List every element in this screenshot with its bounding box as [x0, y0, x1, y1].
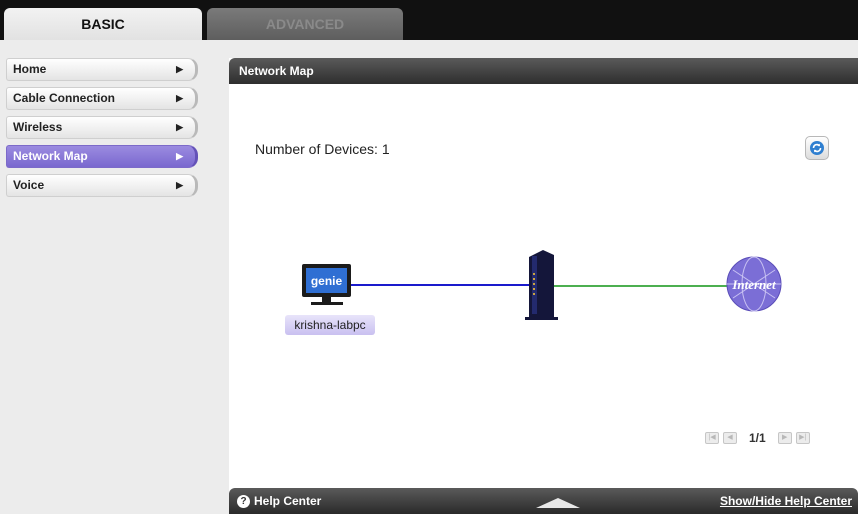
- expand-arrow-icon[interactable]: [536, 498, 580, 508]
- pagination: |◀ ◀ 1/1 ▶ ▶|: [705, 430, 810, 446]
- chevron-right-icon: ▶: [176, 93, 183, 103]
- help-center-toggle[interactable]: ? Help Center: [237, 488, 321, 514]
- network-map-panel: Network Map Number of Devices: 1 genie I…: [229, 58, 858, 514]
- sidebar-item-label: Home: [13, 62, 47, 76]
- internet-globe-icon[interactable]: Internet: [726, 256, 782, 312]
- genie-screen-text: genie: [311, 274, 343, 288]
- help-center-bar: ? Help Center Show/Hide Help Center: [229, 488, 858, 514]
- question-icon: ?: [237, 494, 250, 508]
- sidebar-item-label: Wireless: [13, 120, 63, 134]
- page-indicator: 1/1: [749, 431, 766, 445]
- show-hide-help-link[interactable]: Show/Hide Help Center: [720, 488, 852, 514]
- sidebar-item-wireless[interactable]: Wireless ▶: [6, 116, 198, 139]
- sidebar-item-home[interactable]: Home ▶: [6, 58, 198, 81]
- top-tab-bar: BASIC ADVANCED: [0, 0, 858, 40]
- panel-title: Network Map: [229, 58, 858, 84]
- chevron-right-icon: ▶: [176, 151, 183, 161]
- chevron-right-icon: ▶: [176, 122, 183, 132]
- last-page-button[interactable]: ▶|: [795, 432, 810, 444]
- sidebar-item-label: Network Map: [13, 149, 88, 163]
- tab-advanced[interactable]: ADVANCED: [207, 8, 403, 40]
- sidebar-item-cable-connection[interactable]: Cable Connection ▶: [6, 87, 198, 110]
- network-map-content: Number of Devices: 1 genie Internet kris…: [229, 84, 858, 488]
- first-page-button[interactable]: |◀: [705, 432, 719, 444]
- sidebar-nav: Home ▶ Cable Connection ▶ Wireless ▶ Net…: [6, 58, 198, 203]
- internet-label: Internet: [731, 277, 776, 292]
- sidebar-item-voice[interactable]: Voice ▶: [6, 174, 198, 197]
- next-page-button[interactable]: ▶: [777, 432, 792, 444]
- network-map-diagram: genie Internet: [302, 250, 782, 320]
- tab-basic[interactable]: BASIC: [4, 8, 202, 40]
- help-center-label: Help Center: [254, 494, 322, 508]
- sidebar-item-network-map[interactable]: Network Map ▶: [6, 145, 198, 168]
- prev-page-button[interactable]: ◀: [723, 432, 737, 444]
- sidebar-item-label: Voice: [13, 178, 45, 192]
- chevron-right-icon: ▶: [176, 180, 183, 190]
- router-icon[interactable]: [525, 250, 558, 320]
- device-name-label[interactable]: krishna-labpc: [285, 315, 375, 335]
- sidebar-item-label: Cable Connection: [13, 91, 116, 105]
- computer-icon[interactable]: genie: [302, 264, 351, 305]
- chevron-right-icon: ▶: [176, 64, 183, 74]
